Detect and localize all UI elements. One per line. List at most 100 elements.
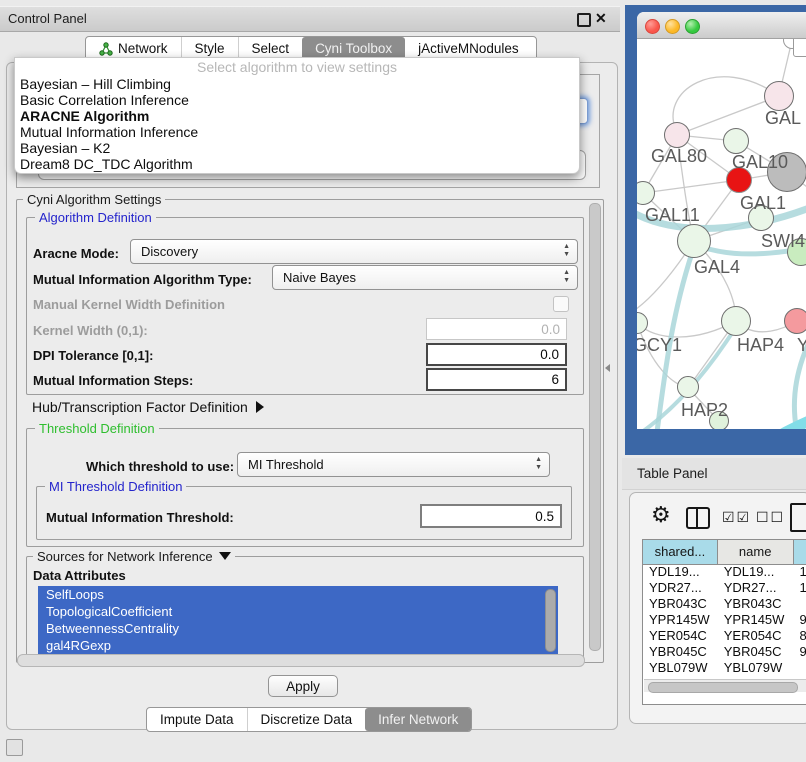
cell: YDR27... <box>718 580 794 596</box>
close-traffic-light-icon[interactable] <box>645 19 660 34</box>
table-body: YDL19...YDL19...13 YDR27...YDR27...12 YB… <box>643 564 806 677</box>
deselect-all-icon[interactable]: ☐☐ <box>756 509 785 526</box>
dropdown-item[interactable]: Mutual Information Inference <box>15 124 579 140</box>
dropdown-item[interactable]: Dream8 DC_TDC Algorithm <box>15 156 579 172</box>
mi-type-label: Mutual Information Algorithm Type: <box>33 272 252 287</box>
scrollbar-thumb[interactable] <box>648 682 798 693</box>
data-attributes-list[interactable]: SelfLoops TopologicalCoefficient Between… <box>38 586 558 654</box>
table-row[interactable]: YER054CYER054C8. <box>643 628 806 644</box>
kernel-width-field[interactable] <box>426 318 567 340</box>
zoom-traffic-light-icon[interactable] <box>685 19 700 34</box>
node-table: shared... name YDL19...YDL19...13 YDR27.… <box>642 539 806 705</box>
float-window-icon[interactable] <box>577 13 591 27</box>
control-panel-title: Control Panel <box>8 11 87 26</box>
table-panel-title: Table Panel <box>637 466 708 481</box>
settings-vertical-scrollbar[interactable] <box>589 203 601 651</box>
manual-kernel-checkbox[interactable] <box>553 296 569 312</box>
which-threshold-combobox[interactable]: MI Threshold ▲▼ <box>237 452 550 477</box>
sources-title-text: Sources for Network Inference <box>37 549 213 564</box>
mi-threshold-definition-title: MI Threshold Definition <box>45 479 186 494</box>
tab-discretize-data[interactable]: Discretize Data <box>247 708 366 731</box>
aracne-mode-value: Discovery <box>141 240 577 263</box>
table-row[interactable]: YBR045CYBR045C9. <box>643 644 806 660</box>
sources-group-title[interactable]: Sources for Network Inference <box>33 549 235 564</box>
cell: 8. <box>793 628 806 644</box>
cell: 9. <box>793 612 806 628</box>
table-row[interactable]: YBR043CYBR043C <box>643 596 806 612</box>
data-attributes-label: Data Attributes <box>33 568 126 583</box>
network-node[interactable] <box>721 306 751 336</box>
node-label: GAL1 <box>740 193 786 214</box>
minimize-traffic-light-icon[interactable] <box>665 19 680 34</box>
combo-arrows-icon: ▲▼ <box>563 269 570 285</box>
cell: 9. <box>793 644 806 660</box>
cell: YPR145W <box>718 612 794 628</box>
aracne-mode-combobox[interactable]: Discovery ▲▼ <box>130 239 578 264</box>
columns-icon[interactable] <box>686 507 710 529</box>
cell: YLR345W <box>718 676 794 677</box>
mi-threshold-field[interactable] <box>420 504 562 528</box>
column-header-shared-name[interactable]: shared... <box>643 540 718 564</box>
algorithm-definition-title: Algorithm Definition <box>35 210 156 225</box>
combo-arrows-icon: ▲▼ <box>535 456 542 472</box>
settings-horizontal-scrollbar[interactable] <box>17 654 585 667</box>
dropdown-item[interactable]: Bayesian – Hill Climbing <box>15 76 579 92</box>
close-icon[interactable]: ✕ <box>595 10 607 27</box>
bottom-tabbar: Impute Data Discretize Data Infer Networ… <box>146 707 472 732</box>
tab-network-label: Network <box>118 41 168 56</box>
tab-jactivemnodules-label: jActiveMNodules <box>418 41 519 56</box>
document-icon[interactable] <box>790 503 806 532</box>
algorithm-dropdown-popup: Select algorithm to view settings Bayesi… <box>14 57 580 174</box>
column-header-partial[interactable] <box>794 540 806 564</box>
network-node[interactable] <box>677 376 699 398</box>
list-item[interactable]: SelfLoops <box>38 586 558 603</box>
table-row[interactable]: YBL079WYBL079W <box>643 660 806 676</box>
table-row[interactable]: YDR27...YDR27...12 <box>643 580 806 596</box>
table-panel-window: ⚙ ☑☑ ☐☐ shared... name YDL19...YDL19...1… <box>629 492 806 724</box>
dpi-tolerance-field[interactable] <box>426 343 567 366</box>
node-label: GAL4 <box>694 257 740 278</box>
mi-steps-field[interactable] <box>426 368 567 391</box>
node-label: GAL11 <box>645 205 700 226</box>
node-label: GAL10 <box>732 152 788 173</box>
list-item[interactable]: BetweennessCentrality <box>38 620 558 637</box>
table-row[interactable]: YPR145WYPR145W9. <box>643 612 806 628</box>
network-node[interactable] <box>677 224 711 258</box>
network-window[interactable]: GAL GAL80 GAL10 GAL1 GAL11 SWI4 GAL4 GCY… <box>637 12 806 429</box>
network-node[interactable] <box>664 122 690 148</box>
tab-infer-network[interactable]: Infer Network <box>365 708 471 731</box>
node-label: Y <box>797 335 806 356</box>
apply-button[interactable]: Apply <box>268 675 338 697</box>
mi-type-combobox[interactable]: Naive Bayes ▲▼ <box>272 265 578 290</box>
network-window-titlebar[interactable] <box>637 12 806 39</box>
gear-icon[interactable]: ⚙ <box>651 504 671 526</box>
dropdown-item[interactable]: Basic Correlation Inference <box>15 92 579 108</box>
network-node[interactable] <box>723 128 749 154</box>
table-row[interactable]: YDL19...YDL19...13 <box>643 564 806 580</box>
list-item[interactable]: gal4RGexp <box>38 637 558 654</box>
network-node[interactable] <box>764 81 794 111</box>
cell: YBR045C <box>718 644 794 660</box>
select-all-icon[interactable]: ☑☑ <box>722 509 751 526</box>
tab-impute-data[interactable]: Impute Data <box>147 708 247 731</box>
network-node[interactable] <box>784 308 806 334</box>
list-item[interactable]: TopologicalCoefficient <box>38 603 558 620</box>
hub-definition-expander[interactable]: Hub/Transcription Factor Definition <box>32 399 264 415</box>
cell: YBL079W <box>718 660 794 676</box>
dropdown-item-highlighted[interactable]: ARACNE Algorithm <box>15 108 579 124</box>
tab-discretize-data-label: Discretize Data <box>261 712 353 727</box>
column-header-name[interactable]: name <box>718 540 794 564</box>
table-horizontal-scrollbar[interactable] <box>644 679 806 692</box>
minimized-panel-icon[interactable] <box>6 739 23 756</box>
dropdown-item[interactable]: Bayesian – K2 <box>15 140 579 156</box>
table-row[interactable]: YLR345WYLR345W9. <box>643 676 806 677</box>
network-view-frame: GAL GAL80 GAL10 GAL1 GAL11 SWI4 GAL4 GCY… <box>625 5 806 455</box>
node-label: GCY1 <box>637 335 682 356</box>
splitter-collapse-arrow-icon[interactable] <box>605 364 610 372</box>
cell: YER054C <box>643 628 718 644</box>
dropdown-prompt: Select algorithm to view settings <box>15 58 579 76</box>
mi-steps-label: Mutual Information Steps: <box>33 373 193 388</box>
aracne-mode-label: Aracne Mode: <box>33 246 119 261</box>
tab-cyni-toolbox-label: Cyni Toolbox <box>315 41 392 56</box>
attributes-list-scrollbar[interactable] <box>545 589 556 652</box>
